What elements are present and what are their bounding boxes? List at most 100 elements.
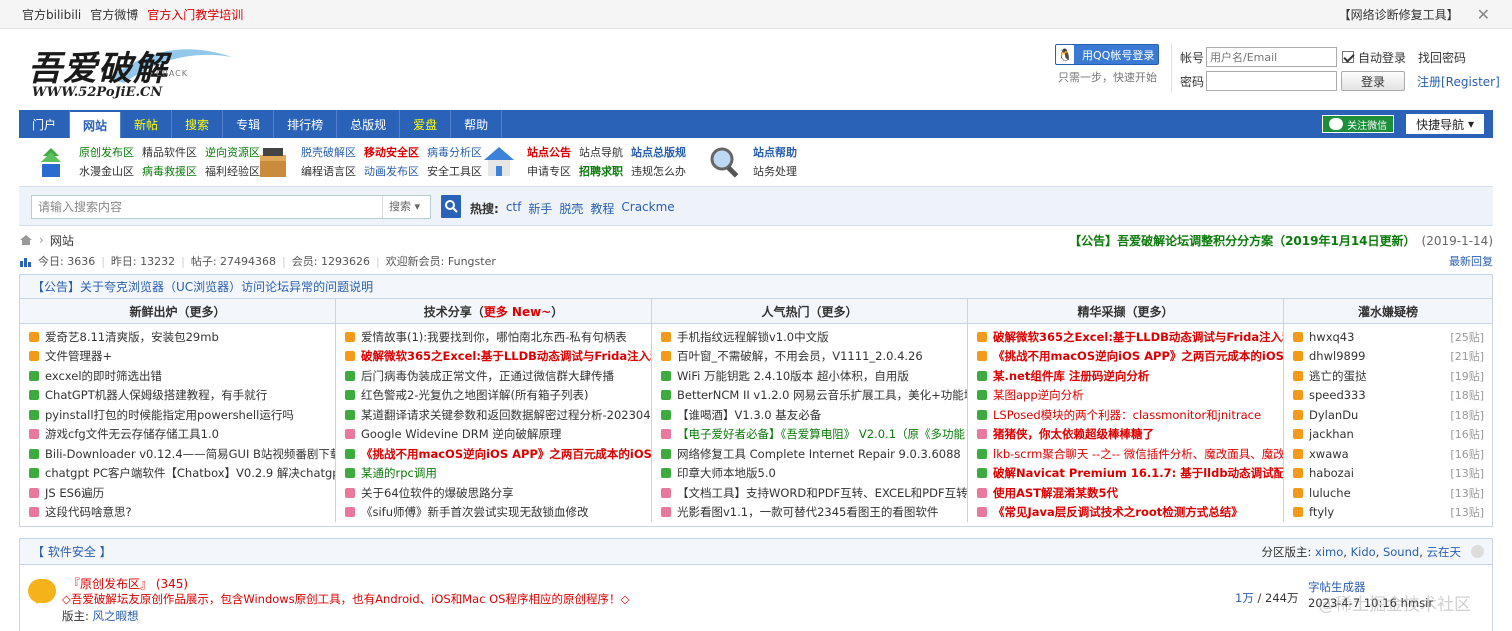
list-item[interactable]: 【谁喝酒】V1.3.0 基友必备	[652, 405, 967, 425]
account-input[interactable]	[1206, 47, 1337, 67]
subnav-animation[interactable]: 动画发布区	[364, 163, 419, 179]
list-item[interactable]: 游戏cfg文件无云存储存储工具1.0	[20, 425, 335, 445]
list-item[interactable]: 《sifu师傅》新手首次尝试实现无敌锁血修改	[336, 503, 651, 523]
list-item[interactable]: JS ES6遍历	[20, 483, 335, 503]
list-item[interactable]: habozai [13贴]	[1284, 464, 1492, 484]
breadcrumb-current[interactable]: 网站	[50, 232, 74, 249]
list-item[interactable]: 某.net组件库 注册码逆向分析	[968, 366, 1283, 386]
auto-login-checkbox[interactable]	[1342, 51, 1354, 63]
header-water[interactable]: 灌水嫌疑榜	[1284, 299, 1492, 323]
subnav-unpack[interactable]: 脱壳破解区	[301, 144, 356, 160]
nav-portal[interactable]: 门户	[19, 110, 71, 138]
hot-search-item[interactable]: 新手	[528, 200, 552, 217]
header-elite[interactable]: 精华采撷（更多）	[968, 299, 1284, 323]
subnav-jobs[interactable]: 招聘求职	[579, 163, 623, 179]
moderator-link[interactable]: ximo	[1315, 545, 1343, 559]
qq-login-button[interactable]: 🐧 用QQ帐号登录	[1055, 44, 1159, 65]
password-input[interactable]	[1206, 71, 1337, 91]
list-item[interactable]: Bili-Downloader v0.12.4——简易GUI B站视频番剧下载器	[20, 444, 335, 464]
list-item[interactable]: jackhan [16贴]	[1284, 425, 1492, 445]
subnav-water[interactable]: 水漫金山区	[79, 163, 134, 179]
search-type-select[interactable]: 搜索 ▾	[382, 196, 430, 218]
list-item[interactable]: 《挑战不用macOS逆向iOS APP》之两百元成本的iOS逆	[336, 444, 651, 464]
list-item[interactable]: chatgpt PC客户端软件【Chatbox】V0.2.9 解决chatgpt…	[20, 464, 335, 484]
nav-ranking[interactable]: 排行榜	[274, 110, 338, 138]
list-item[interactable]: 猪猪侠，你太依赖超级棒棒糖了	[968, 425, 1283, 445]
subnav-programming[interactable]: 编程语言区	[301, 163, 356, 179]
nav-search[interactable]: 搜索	[172, 110, 224, 138]
subnav-virus-rescue[interactable]: 病毒救援区	[142, 163, 197, 179]
list-item[interactable]: 破解微软365之Excel:基于LLDB动态调试与Frida注入和	[968, 327, 1283, 347]
wechat-follow-button[interactable]: 关注微信	[1322, 115, 1395, 133]
list-item[interactable]: 某通的rpc调用	[336, 464, 651, 484]
list-item[interactable]: 【电子爱好者必备】《吾爱算电阻》 V2.0.1（原《多功能	[652, 425, 967, 445]
list-item[interactable]: lkb-scrm聚合聊天 --之-- 微信插件分析、魔改面具、魔改	[968, 444, 1283, 464]
link-weibo[interactable]: 官方微博	[90, 6, 138, 23]
nav-website[interactable]: 网站	[70, 112, 122, 138]
list-item[interactable]: LSPosed模块的两个利器：classmonitor和jnitrace	[968, 405, 1283, 425]
subnav-site-nav[interactable]: 站点导航	[579, 144, 623, 160]
list-item[interactable]: 逃亡的蛋挞 [19贴]	[1284, 366, 1492, 386]
list-item[interactable]: 爱情故事(1):我要找到你，哪怕南北东西-私有句柄表	[336, 327, 651, 347]
list-item[interactable]: 网络修复工具 Complete Internet Repair 9.0.3.60…	[652, 444, 967, 464]
link-training[interactable]: 官方入门教学培训	[147, 6, 243, 23]
list-item[interactable]: 使用AST解混淆某数5代	[968, 483, 1283, 503]
search-input[interactable]: 请输入搜索内容	[32, 196, 382, 218]
list-item[interactable]: 《挑战不用macOS逆向iOS APP》之两百元成本的iOS逆	[968, 347, 1283, 367]
list-item[interactable]: WiFi 万能钥匙 2.4.10版本 超小体积，自用版	[652, 366, 967, 386]
announcement-link[interactable]: 【公告】吾爱破解论坛调整积分分方案（2019年1月14日更新） (2019-1-1…	[1069, 232, 1493, 249]
header-tech[interactable]: 技术分享（ 更多 New~）	[336, 299, 652, 323]
collapse-icon[interactable]	[1471, 545, 1484, 558]
moderator-link[interactable]: Kido	[1351, 545, 1376, 559]
list-item[interactable]: 红色警戒2-光复仇之地图详解(所有箱子列表)	[336, 386, 651, 406]
login-button[interactable]: 登录	[1341, 71, 1405, 91]
nav-album[interactable]: 专辑	[223, 110, 275, 138]
subnav-welfare[interactable]: 福利经验区	[205, 163, 260, 179]
list-item[interactable]: 后门病毒伪装成正常文件，正通过微信群大肆传播	[336, 366, 651, 386]
section-title[interactable]: 【 软件安全 】	[32, 543, 112, 560]
subnav-apply[interactable]: 申请专区	[527, 163, 571, 179]
list-item[interactable]: ftyly [13贴]	[1284, 503, 1492, 523]
search-button[interactable]	[441, 195, 461, 218]
hot-search-item[interactable]: 教程	[590, 200, 614, 217]
list-item[interactable]: 这段代码啥意思?	[20, 503, 335, 523]
list-item[interactable]: 破解Navicat Premium 16.1.7: 基于lldb动态调试配合静态	[968, 464, 1283, 484]
list-item[interactable]: hwxq43 [25贴]	[1284, 327, 1492, 347]
list-item[interactable]: 文件管理器+	[20, 347, 335, 367]
list-item[interactable]: 关于64位软件的爆破思路分享	[336, 483, 651, 503]
site-logo[interactable]: 吾爱破解 CRACK WWW.52PoJiE.CN	[24, 41, 238, 101]
list-item[interactable]: 破解微软365之Excel:基于LLDB动态调试与Frida注入和	[336, 347, 651, 367]
header-popular[interactable]: 人气热门（更多）	[652, 299, 968, 323]
close-icon[interactable]: ✕	[1477, 5, 1490, 24]
list-item[interactable]: dhwl9899 [21贴]	[1284, 347, 1492, 367]
find-password-link[interactable]: 找回密码	[1418, 49, 1466, 66]
list-item[interactable]: 手机指纹远程解锁v1.0中文版	[652, 327, 967, 347]
subnav-reverse[interactable]: 逆向资源区	[205, 144, 260, 160]
nav-help[interactable]: 帮助	[451, 110, 503, 138]
subnav-mobile-security[interactable]: 移动安全区	[364, 144, 419, 160]
subnav-announcement[interactable]: 站点公告	[527, 144, 571, 160]
list-item[interactable]: 某道翻译请求关键参数和返回数据解密过程分析-2023040	[336, 405, 651, 425]
list-item[interactable]: speed333 [18贴]	[1284, 386, 1492, 406]
link-bilibili[interactable]: 官方bilibili	[22, 6, 81, 23]
forum-mod-link[interactable]: 风之暇想	[93, 609, 139, 623]
home-icon[interactable]	[19, 234, 33, 246]
list-item[interactable]: ChatGPT机器人保姆级搭建教程，有手就行	[20, 386, 335, 406]
list-item[interactable]: 某图app逆向分析	[968, 386, 1283, 406]
list-item[interactable]: excxel的即时筛选出错	[20, 366, 335, 386]
subnav-security-tools[interactable]: 安全工具区	[427, 163, 482, 179]
hot-search-item[interactable]: 脱壳	[559, 200, 583, 217]
subnav-original[interactable]: 原创发布区	[79, 144, 134, 160]
nav-aipan[interactable]: 爱盘	[400, 110, 452, 138]
subnav-violation[interactable]: 违规怎么办	[631, 163, 686, 179]
quick-nav-button[interactable]: 快捷导航 ▾	[1406, 114, 1484, 134]
list-item[interactable]: xwawa [16贴]	[1284, 444, 1492, 464]
latest-replies-link[interactable]: 最新回复	[1449, 253, 1493, 269]
list-item[interactable]: DylanDu [18贴]	[1284, 405, 1492, 425]
nav-rules[interactable]: 总版规	[337, 110, 401, 138]
register-link[interactable]: 注册[Register]	[1417, 73, 1500, 90]
list-item[interactable]: 印章大师本地版5.0	[652, 464, 967, 484]
list-item[interactable]: 【文档工具】支持WORD和PDF互转、EXCEL和PDF互转、	[652, 483, 967, 503]
subnav-site-rules[interactable]: 站点总版规	[631, 144, 686, 160]
moderator-link[interactable]: Sound	[1383, 545, 1419, 559]
